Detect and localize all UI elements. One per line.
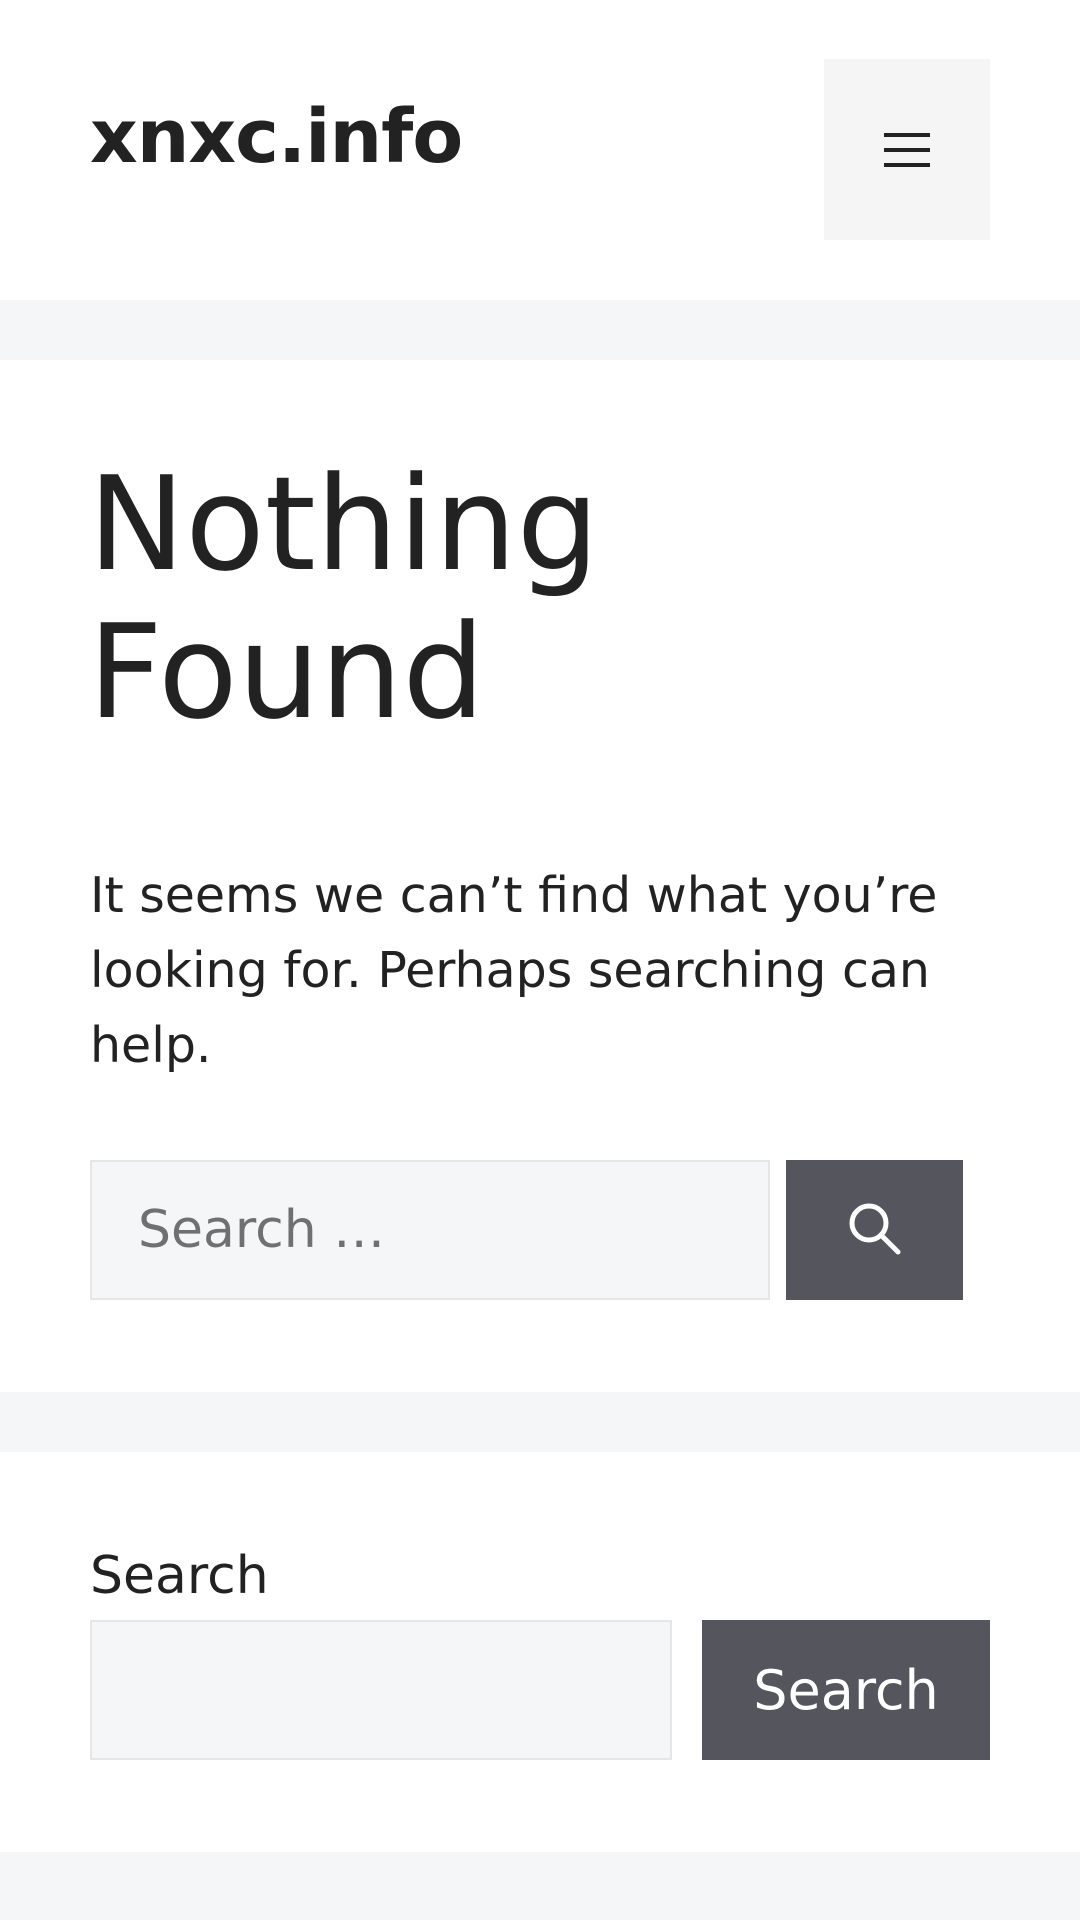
site-header: xnxc.info xyxy=(0,0,1080,300)
search-input[interactable] xyxy=(90,1160,770,1300)
menu-toggle-button[interactable] xyxy=(824,59,990,240)
search-widget: Search Search xyxy=(0,1452,1080,1852)
page-title: Nothing Found xyxy=(88,448,600,748)
main-content: Nothing Found It seems we can’t find wha… xyxy=(0,360,1080,1392)
search-widget-input[interactable] xyxy=(90,1620,672,1760)
hamburger-menu-icon xyxy=(884,132,930,167)
search-icon xyxy=(847,1201,903,1260)
page-description: It seems we can’t find what you’re looki… xyxy=(90,867,938,1074)
search-widget-button[interactable]: Search xyxy=(702,1620,990,1760)
search-widget-label: Search xyxy=(90,1546,269,1606)
site-title[interactable]: xnxc.info xyxy=(90,100,463,174)
search-submit-button[interactable] xyxy=(786,1160,963,1300)
